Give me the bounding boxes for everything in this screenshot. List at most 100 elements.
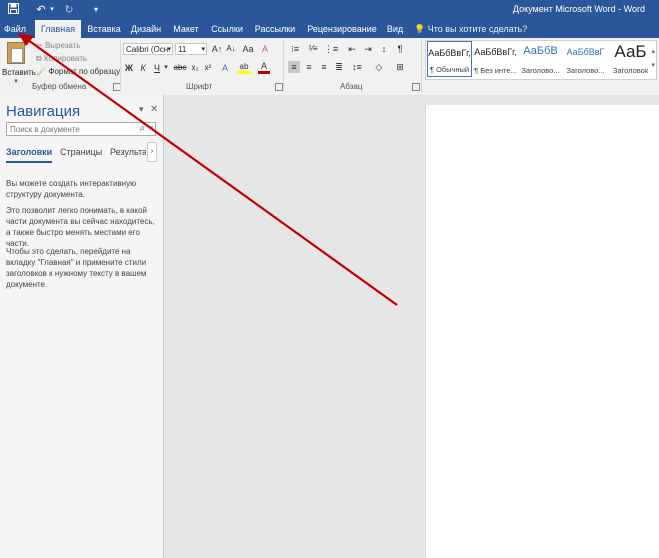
clear-formatting-button[interactable]: A bbox=[259, 43, 271, 55]
search-icon[interactable]: ⌕ bbox=[139, 123, 145, 134]
undo-icon[interactable]: ↶ bbox=[34, 3, 48, 17]
borders-icon[interactable]: ⊞ bbox=[393, 61, 407, 73]
paste-button[interactable]: Вставить ▾ bbox=[2, 42, 36, 85]
search-box[interactable]: ⌕ ▾ bbox=[6, 122, 156, 136]
chevron-down-icon[interactable]: ▾ bbox=[149, 124, 153, 132]
italic-button[interactable]: К bbox=[138, 62, 148, 74]
navigation-title: Навигация bbox=[6, 103, 81, 120]
style-heading-2[interactable]: АаБбВвГ Заголово... bbox=[563, 41, 608, 77]
superscript-button[interactable]: x² bbox=[202, 62, 214, 74]
bullets-icon[interactable]: ⁝≡ bbox=[288, 43, 302, 55]
style-name: ¶ Без инте... bbox=[474, 66, 517, 75]
format-painter-label: Формат по образцу bbox=[48, 67, 121, 76]
tab-references[interactable]: Ссылки bbox=[207, 20, 247, 38]
strikethrough-button[interactable]: abc bbox=[172, 62, 188, 74]
subscript-button[interactable]: x₂ bbox=[189, 62, 201, 74]
text-effects-button[interactable]: A bbox=[219, 62, 231, 74]
paragraph-group-label: Абзац bbox=[340, 82, 363, 91]
styles-scroll-up-icon[interactable]: ▴ bbox=[651, 47, 655, 55]
style-no-spacing[interactable]: АаБбВвГг, ¶ Без инте... bbox=[473, 41, 518, 77]
font-size-combo[interactable]: 11 ▾ bbox=[175, 43, 207, 55]
save-icon[interactable] bbox=[6, 3, 20, 17]
chevron-down-icon[interactable]: ▾ bbox=[163, 62, 169, 74]
align-left-icon[interactable]: ≡ bbox=[288, 61, 300, 73]
styles-gallery: АаБбВвГг, ¶ Обычный АаБбВвГг, ¶ Без инте… bbox=[425, 40, 657, 80]
style-title[interactable]: АаБ Заголовок bbox=[608, 41, 653, 77]
copy-label: Копировать bbox=[43, 54, 88, 63]
tab-results[interactable]: Результать bbox=[110, 147, 146, 157]
style-sample: АаБ bbox=[614, 42, 647, 61]
change-case-button[interactable]: Aa bbox=[241, 43, 255, 55]
tab-review[interactable]: Рецензирование bbox=[302, 20, 382, 38]
chevron-down-icon: ▾ bbox=[14, 78, 18, 85]
underline-button[interactable]: Ч bbox=[152, 62, 162, 74]
paintbrush-icon: 🖌 bbox=[36, 67, 47, 76]
tab-mailings[interactable]: Рассылки bbox=[251, 20, 299, 38]
font-launcher-icon[interactable] bbox=[275, 83, 283, 91]
tab-pages[interactable]: Страницы bbox=[60, 147, 102, 157]
customize-qat-icon[interactable]: ▾ bbox=[90, 3, 102, 17]
search-input[interactable] bbox=[7, 123, 137, 135]
tab-file[interactable]: Файл bbox=[0, 20, 30, 38]
undo-dropdown-icon[interactable]: ▾ bbox=[48, 3, 56, 17]
style-name: Заголово... bbox=[566, 66, 605, 75]
ribbon: Вставить ▾ ✂ Вырезать ⧉ Копировать 🖌 Фор… bbox=[0, 38, 659, 96]
style-normal[interactable]: АаБбВвГг, ¶ Обычный bbox=[427, 41, 472, 77]
close-icon[interactable]: ✕ bbox=[150, 104, 158, 115]
chevron-right-icon[interactable]: › bbox=[147, 142, 157, 162]
style-sample: АаБбВвГг, bbox=[474, 47, 517, 57]
bold-button[interactable]: Ж bbox=[124, 62, 134, 74]
pane-options-icon[interactable]: ▾ bbox=[139, 104, 144, 115]
style-heading-1[interactable]: АаБбВ Заголово... bbox=[518, 41, 563, 77]
tell-me-placeholder: Что вы хотите сделать? bbox=[427, 24, 528, 34]
cut-button[interactable]: ✂ Вырезать bbox=[36, 40, 81, 52]
shrink-font-button[interactable]: A↓ bbox=[225, 43, 237, 55]
clipboard-icon bbox=[7, 42, 25, 64]
scissors-icon: ✂ bbox=[36, 41, 43, 50]
tab-headings[interactable]: Заголовки bbox=[6, 147, 53, 163]
separator bbox=[120, 40, 121, 92]
sort-icon[interactable]: ↕ bbox=[378, 43, 390, 55]
style-name: Заголово... bbox=[521, 66, 560, 75]
font-name-combo[interactable]: Calibri (Осн. ▾ bbox=[123, 43, 173, 55]
separator bbox=[283, 40, 284, 92]
format-painter-button[interactable]: 🖌 Формат по образцу bbox=[36, 66, 120, 78]
style-sample: АаБбВ bbox=[523, 45, 558, 57]
styles-scroll-down-icon[interactable]: ▾ bbox=[651, 61, 655, 69]
justify-icon[interactable]: ≣ bbox=[333, 61, 345, 73]
title-bar: ↶ ▾ ↻ ▾ Документ Microsoft Word - Word bbox=[0, 0, 659, 20]
highlight-button[interactable]: ab bbox=[237, 62, 251, 74]
tab-layout[interactable]: Макет bbox=[168, 20, 204, 38]
separator bbox=[421, 40, 422, 92]
align-center-icon[interactable]: ≡ bbox=[303, 61, 315, 73]
copy-button[interactable]: ⧉ Копировать bbox=[36, 53, 87, 65]
tab-design[interactable]: Дизайн bbox=[127, 20, 165, 38]
align-right-icon[interactable]: ≡ bbox=[318, 61, 330, 73]
line-spacing-icon[interactable]: ↕≡ bbox=[350, 61, 364, 73]
tab-insert[interactable]: Вставка bbox=[83, 20, 125, 38]
copy-icon: ⧉ bbox=[36, 54, 42, 63]
increase-indent-icon[interactable]: ⇥ bbox=[362, 43, 374, 55]
nav-info-paragraph: Чтобы это сделать, перейдите на вкладку … bbox=[6, 247, 147, 289]
cut-label: Вырезать bbox=[44, 41, 81, 50]
tab-view[interactable]: Вид bbox=[384, 20, 406, 38]
font-name-value: Calibri (Осн. bbox=[126, 45, 171, 54]
grow-font-button[interactable]: A↑ bbox=[211, 43, 223, 55]
numbering-icon[interactable]: ⅟≡ bbox=[306, 43, 320, 55]
chevron-down-icon: ▾ bbox=[201, 46, 205, 53]
redo-icon[interactable]: ↻ bbox=[62, 3, 76, 17]
show-marks-button[interactable]: ¶ bbox=[394, 43, 406, 55]
style-name: ¶ Обычный bbox=[429, 65, 470, 74]
tab-home[interactable]: Главная bbox=[35, 20, 81, 38]
decrease-indent-icon[interactable]: ⇤ bbox=[346, 43, 358, 55]
shading-icon[interactable]: ◇ bbox=[372, 61, 386, 73]
tell-me-box[interactable]: 💡 Что вы хотите сделать? bbox=[414, 20, 527, 38]
multilevel-list-icon[interactable]: ⋮≡ bbox=[324, 43, 338, 55]
paste-label: Вставить bbox=[2, 68, 36, 77]
window-title: Документ Microsoft Word - Word bbox=[512, 4, 645, 14]
paragraph-launcher-icon[interactable] bbox=[412, 83, 420, 91]
navigation-pane: Навигация ▾ ✕ ⌕ ▾ Заголовки Страницы Рез… bbox=[0, 95, 164, 558]
document-page[interactable] bbox=[425, 105, 659, 558]
font-color-button[interactable]: A bbox=[258, 62, 270, 74]
document-workspace bbox=[164, 95, 659, 558]
